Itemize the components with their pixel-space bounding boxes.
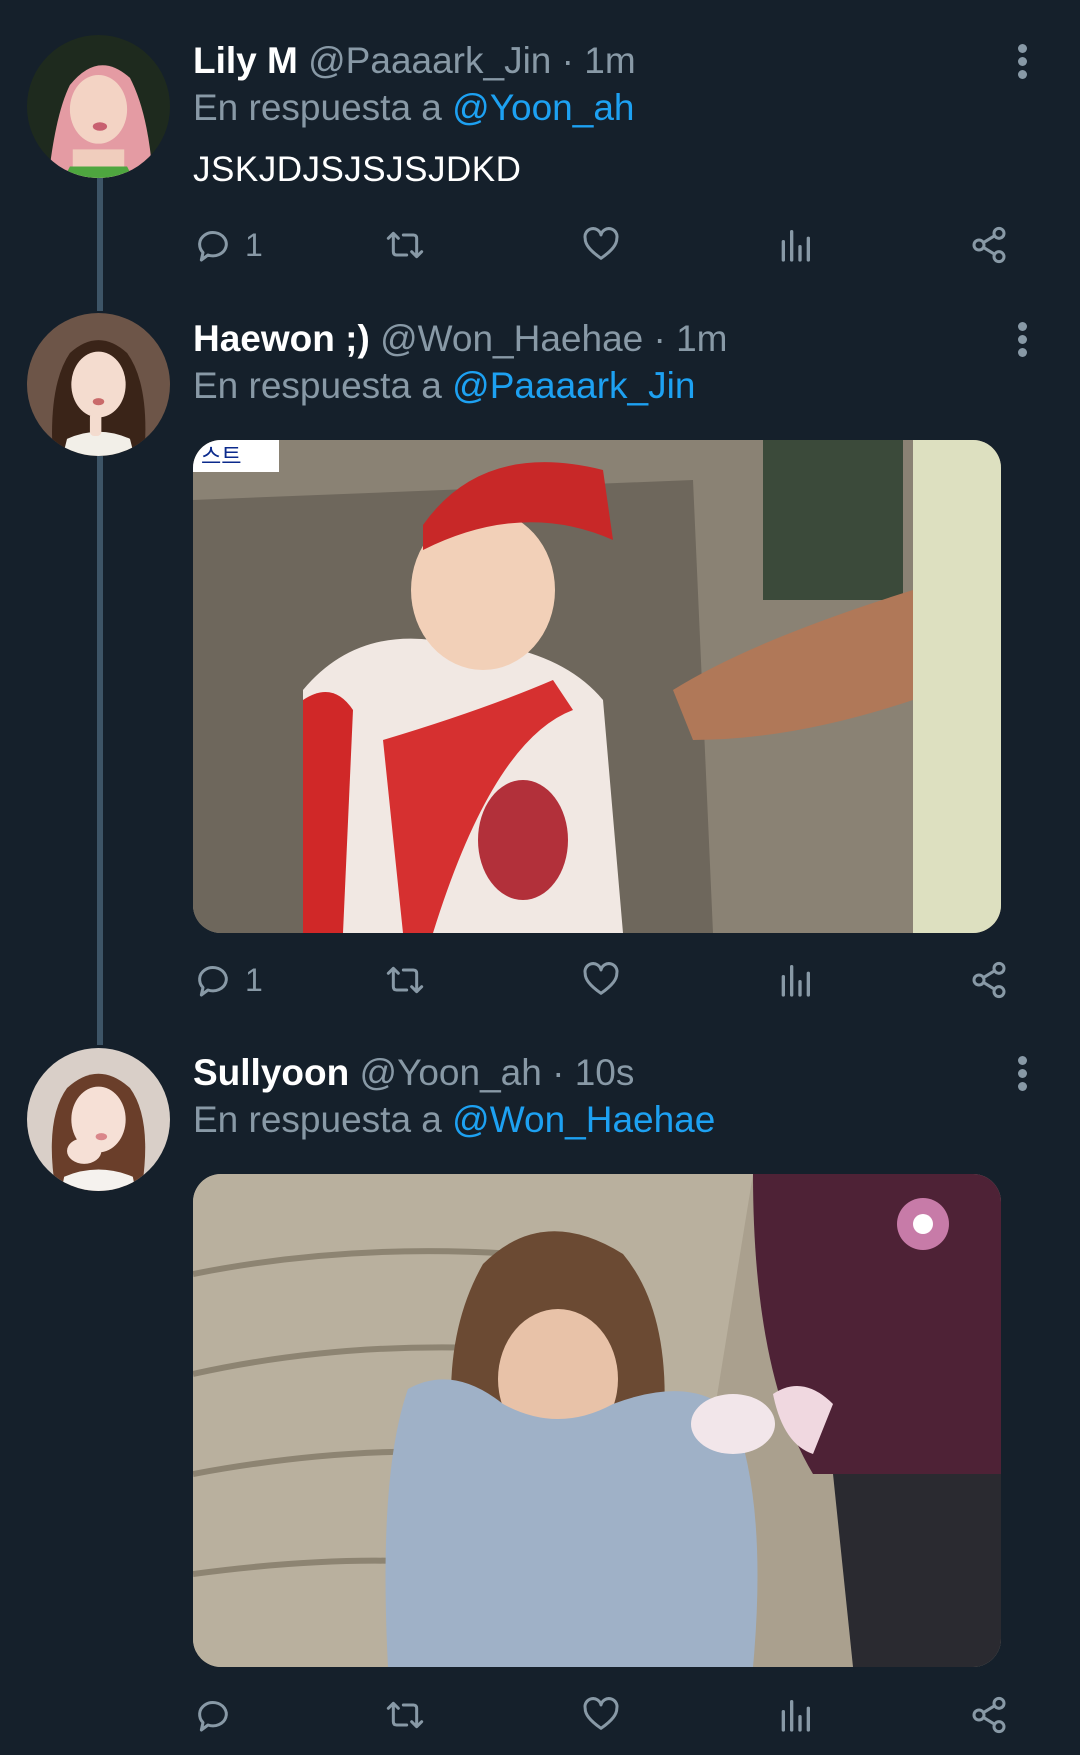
analytics-button[interactable]	[775, 955, 815, 1005]
analytics-icon	[781, 1700, 810, 1732]
like-button[interactable]	[581, 955, 621, 1005]
share-icon	[972, 961, 1006, 999]
reply-prefix: En respuesta a	[193, 365, 442, 406]
retweet-button[interactable]	[385, 1690, 425, 1740]
tweet-header: Lily M @Paaaark_Jin · 1m	[193, 40, 636, 82]
analytics-button[interactable]	[775, 1690, 815, 1740]
reply-mention-link[interactable]: @Won_Haehae	[452, 1099, 715, 1140]
like-button[interactable]	[581, 1690, 621, 1740]
more-vertical-icon	[1017, 44, 1027, 53]
reply-button[interactable]: 1	[193, 955, 263, 1005]
share-button[interactable]	[969, 1690, 1009, 1740]
share-icon	[972, 1696, 1006, 1734]
share-button[interactable]	[969, 955, 1009, 1005]
reply-context: En respuesta a @Won_Haehae	[193, 1099, 715, 1141]
more-vertical-icon	[1017, 1056, 1027, 1065]
retweet-button[interactable]	[385, 955, 425, 1005]
tweet-actions: 1	[193, 955, 1043, 1005]
reply-prefix: En respuesta a	[193, 1099, 442, 1140]
reply-count: 1	[245, 961, 263, 998]
user-handle[interactable]: @Paaaark_Jin	[308, 40, 551, 81]
separator: ·	[561, 40, 574, 81]
reply-mention-link[interactable]: @Paaaark_Jin	[452, 365, 695, 406]
analytics-button[interactable]	[775, 220, 815, 270]
more-options-button[interactable]	[1010, 1056, 1034, 1096]
tweet-actions	[193, 1690, 1043, 1740]
share-icon	[972, 226, 1006, 264]
share-button[interactable]	[969, 220, 1009, 270]
user-handle[interactable]: @Won_Haehae	[380, 318, 643, 359]
heart-icon	[583, 962, 619, 995]
display-name[interactable]: Sullyoon	[193, 1052, 349, 1093]
reply-button[interactable]	[193, 1690, 245, 1740]
reply-mention-link[interactable]: @Yoon_ah	[452, 87, 634, 128]
timestamp[interactable]: 1m	[676, 318, 727, 359]
retweet-icon	[386, 1701, 424, 1729]
more-vertical-icon	[1017, 322, 1027, 331]
tweet-media-image[interactable]	[193, 1174, 1001, 1667]
display-name[interactable]: Lily M	[193, 40, 298, 81]
reply-icon	[198, 231, 228, 262]
reply-count: 1	[245, 226, 263, 263]
more-options-button[interactable]	[1010, 322, 1034, 362]
heart-icon	[583, 1697, 619, 1730]
user-handle[interactable]: @Yoon_ah	[360, 1052, 542, 1093]
tweet-header: Haewon ;) @Won_Haehae · 1m	[193, 318, 728, 360]
reply-button[interactable]: 1	[193, 220, 263, 270]
retweet-button[interactable]	[385, 220, 425, 270]
reply-icon	[198, 966, 228, 997]
more-options-button[interactable]	[1010, 44, 1034, 84]
tweet-header: Sullyoon @Yoon_ah · 10s	[193, 1052, 634, 1094]
retweet-icon	[386, 966, 424, 994]
media-overlay-text: 스트	[201, 445, 241, 470]
display-name[interactable]: Haewon ;)	[193, 318, 370, 359]
timestamp[interactable]: 1m	[584, 40, 635, 81]
avatar[interactable]	[27, 313, 170, 456]
reply-icon	[198, 1701, 228, 1732]
avatar[interactable]	[27, 1048, 170, 1191]
avatar[interactable]	[27, 35, 170, 178]
separator: ·	[653, 318, 666, 359]
timestamp[interactable]: 10s	[575, 1052, 635, 1093]
tweet-actions: 1	[193, 220, 1043, 270]
reply-context: En respuesta a @Paaaark_Jin	[193, 365, 695, 407]
heart-icon	[583, 227, 619, 260]
like-button[interactable]	[581, 220, 621, 270]
tweet-text: JSKJDJSJSJSJDKD	[193, 150, 522, 189]
analytics-icon	[781, 965, 810, 997]
thread-line	[97, 455, 103, 1045]
retweet-icon	[386, 231, 424, 259]
separator: ·	[552, 1052, 565, 1093]
analytics-icon	[781, 230, 810, 262]
reply-context: En respuesta a @Yoon_ah	[193, 87, 634, 129]
thread-line	[97, 178, 103, 311]
reply-prefix: En respuesta a	[193, 87, 442, 128]
tweet-media-image[interactable]: 스트	[193, 440, 1001, 933]
